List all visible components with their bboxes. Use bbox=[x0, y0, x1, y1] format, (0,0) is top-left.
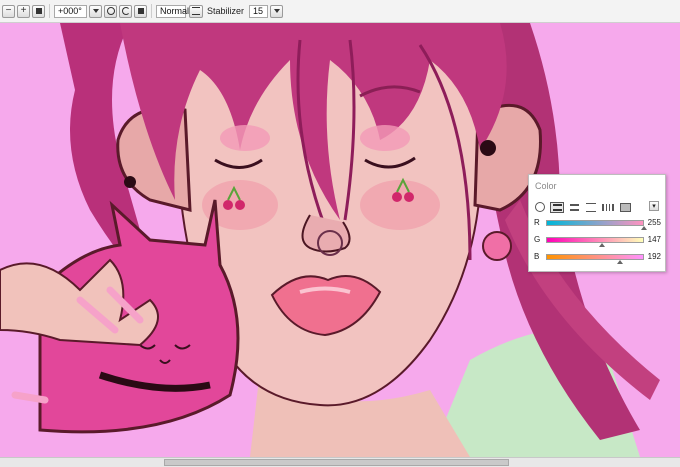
flip-square bbox=[137, 8, 144, 14]
green-slider-label: G bbox=[534, 235, 541, 244]
red-slider-thumb[interactable] bbox=[641, 226, 647, 230]
rotate-icon[interactable] bbox=[119, 4, 132, 18]
blue-slider-track[interactable] bbox=[546, 254, 644, 260]
stabilizer-dropdown-icon[interactable] bbox=[270, 4, 284, 18]
color-mode-tabs: ▾ bbox=[533, 200, 661, 214]
stabilizer-input[interactable]: 15 bbox=[249, 4, 269, 18]
rotation-dropdown-icon[interactable] bbox=[89, 4, 102, 18]
left-ear-stud bbox=[124, 176, 136, 188]
red-value[interactable]: 255 bbox=[648, 218, 661, 227]
color-panel-title: Color bbox=[535, 181, 557, 191]
color-panel-menu-icon[interactable]: ▾ bbox=[649, 201, 659, 211]
blend-mode-select[interactable]: Normal bbox=[156, 4, 189, 18]
slider-glyph bbox=[569, 203, 579, 211]
rotation-input[interactable]: +000° bbox=[54, 4, 87, 18]
slider-glyph bbox=[552, 203, 562, 211]
blue-slider-thumb[interactable] bbox=[616, 260, 623, 264]
settings-lines bbox=[192, 7, 200, 15]
green-value[interactable]: 147 bbox=[648, 235, 661, 244]
earring-heart bbox=[480, 140, 496, 156]
red-slider-row: R 255 bbox=[533, 218, 661, 230]
left-eyeshadow bbox=[220, 125, 270, 151]
green-slider-track[interactable] bbox=[546, 237, 644, 243]
rgb-slider-icon[interactable] bbox=[550, 201, 564, 213]
list-glyph bbox=[586, 202, 596, 212]
earring-lips bbox=[482, 231, 512, 261]
blue-slider-label: B bbox=[534, 252, 540, 261]
mode-settings-icon[interactable] bbox=[189, 4, 203, 18]
top-toolbar: − + +000° Normal Stabilizer 15 bbox=[0, 0, 680, 23]
palette-glyph bbox=[619, 202, 631, 212]
green-slider-row: G 147 bbox=[533, 235, 661, 247]
dropdown-arrow bbox=[92, 9, 99, 13]
plus-glyph: + bbox=[20, 5, 27, 16]
user-palette-icon[interactable] bbox=[618, 202, 632, 213]
minus-glyph: − bbox=[5, 5, 12, 16]
zoom-out-icon[interactable]: − bbox=[2, 4, 15, 18]
green-slider-thumb[interactable] bbox=[599, 243, 606, 247]
blue-slider-row: B 192 bbox=[533, 252, 661, 264]
hsv-slider-icon[interactable] bbox=[567, 202, 581, 213]
fit-icon[interactable] bbox=[32, 4, 45, 18]
rotate-reset-icon[interactable] bbox=[104, 4, 117, 18]
stabilizer-label: Stabilizer bbox=[207, 6, 245, 16]
zoom-in-icon[interactable]: + bbox=[17, 4, 30, 18]
swatch-grid-icon[interactable] bbox=[601, 202, 615, 213]
blue-value[interactable]: 192 bbox=[648, 252, 661, 261]
red-slider-label: R bbox=[534, 218, 540, 227]
horizontal-scrollbar-thumb[interactable] bbox=[164, 459, 509, 466]
circle-glyph bbox=[106, 7, 115, 15]
flip-icon[interactable] bbox=[134, 4, 147, 18]
toolbar-separator bbox=[151, 4, 152, 18]
color-panel: Color ▾ R 255 G 147 B 192 bbox=[528, 174, 666, 272]
dropdown-arrow bbox=[273, 9, 280, 13]
color-wheel-icon[interactable] bbox=[533, 202, 547, 213]
red-slider-track[interactable] bbox=[546, 220, 644, 226]
grid-glyph bbox=[602, 203, 614, 211]
fit-square bbox=[35, 8, 42, 14]
toolbar-separator bbox=[49, 4, 50, 18]
circle-glyph bbox=[121, 7, 130, 15]
palette-list-icon[interactable] bbox=[584, 202, 598, 213]
wheel-glyph bbox=[535, 202, 545, 212]
right-eyeshadow bbox=[360, 125, 410, 151]
